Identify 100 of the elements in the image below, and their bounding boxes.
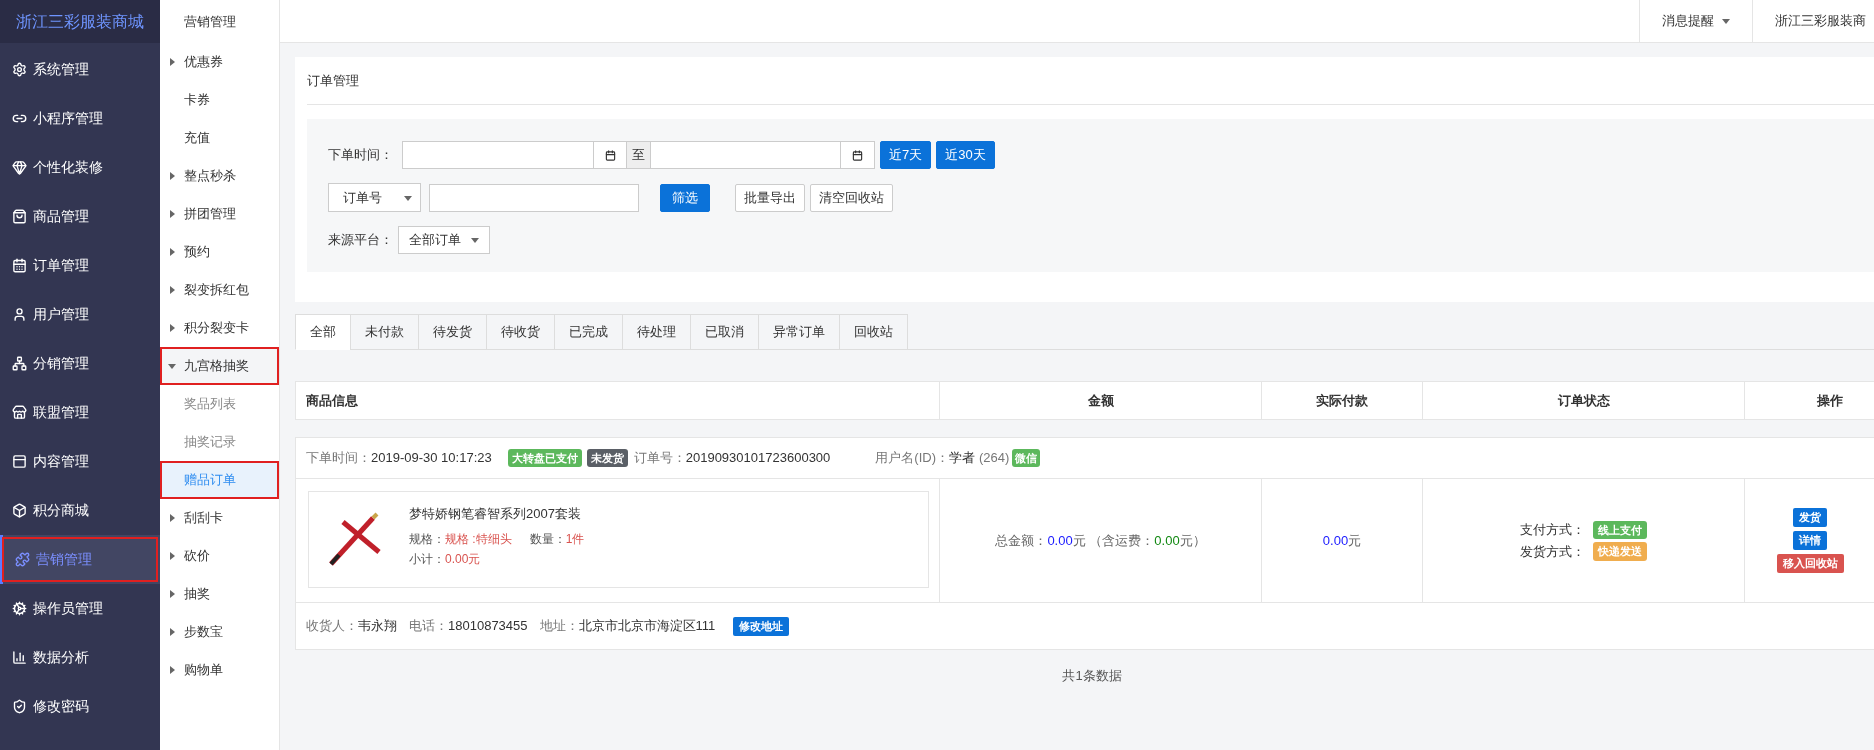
total-amount-text: 总金额：0.00元 （含运费：0.00元） xyxy=(995,531,1206,550)
notification-dropdown[interactable]: 消息提醒 xyxy=(1639,0,1752,42)
submenu-item[interactable]: 充值 xyxy=(160,119,279,157)
submenu-item[interactable]: 刮刮卡 xyxy=(160,499,279,537)
shield-icon xyxy=(12,699,27,714)
calendar-icon[interactable] xyxy=(841,141,875,169)
status-tab[interactable]: 全部 xyxy=(295,314,351,350)
source-dropdown[interactable]: 全部订单 xyxy=(398,226,490,254)
brand-title: 浙江三彩服装商城 xyxy=(0,0,160,43)
end-date-field[interactable] xyxy=(650,141,841,169)
caret-icon xyxy=(471,236,479,244)
address-label: 地址： xyxy=(539,617,579,636)
sidebar-item[interactable]: 订单管理 xyxy=(0,241,160,290)
caret-icon xyxy=(168,362,176,370)
submenu-item[interactable]: 裂变拆红包 xyxy=(160,271,279,309)
search-field[interactable] xyxy=(429,183,639,212)
sidebar-item[interactable]: 修改密码 xyxy=(0,682,160,731)
submenu-item[interactable]: 九宫格抽奖 xyxy=(160,347,279,385)
panel-icon xyxy=(12,454,27,469)
subtotal-value: 0.00元 xyxy=(445,550,481,568)
submenu-item[interactable]: 拼团管理 xyxy=(160,195,279,233)
caret-icon xyxy=(168,666,176,674)
filter-label: 下单时间： xyxy=(328,146,394,165)
status-tab[interactable]: 未付款 xyxy=(350,314,419,350)
submenu-item[interactable]: 整点秒杀 xyxy=(160,157,279,195)
order-number: 20190930101723600300 xyxy=(685,449,831,468)
calendar-icon[interactable] xyxy=(594,141,627,169)
quantity-label: 数量： xyxy=(529,530,566,548)
caret-icon xyxy=(168,324,176,332)
submenu-item[interactable]: 抽奖记录 xyxy=(160,423,279,461)
submenu-item[interactable]: 积分裂变卡 xyxy=(160,309,279,347)
subtotal-label: 小计： xyxy=(409,550,445,568)
sidebar-item[interactable]: 个性化装修 xyxy=(0,143,160,192)
sidebar-item[interactable]: 商品管理 xyxy=(0,192,160,241)
range-separator: 至 xyxy=(627,141,650,169)
quick-range-button[interactable]: 近7天 xyxy=(880,141,932,169)
sidebar-item[interactable]: 联盟管理 xyxy=(0,388,160,437)
phone-label: 电话： xyxy=(409,617,448,636)
calendar-icon xyxy=(12,258,27,273)
submenu-item[interactable]: 抽奖 xyxy=(160,575,279,613)
action-button[interactable]: 清空回收站 xyxy=(810,183,893,212)
status-badge: 未发货 xyxy=(586,448,628,468)
status-label: 发货方式： xyxy=(1520,542,1585,561)
caret-icon xyxy=(1722,17,1730,25)
column-header: 订单状态 xyxy=(1423,382,1745,419)
phone-number: 18010873455 xyxy=(448,617,528,636)
status-label: 支付方式： xyxy=(1520,521,1585,539)
submenu-item[interactable]: 预约 xyxy=(160,233,279,271)
caret-icon xyxy=(168,248,176,256)
cube-icon xyxy=(12,503,27,518)
edit-address-button[interactable]: 修改地址 xyxy=(733,616,790,636)
quick-range-button[interactable]: 近30天 xyxy=(936,141,995,169)
quantity-value: 1件 xyxy=(565,530,585,548)
settings-icon xyxy=(12,62,27,77)
submenu-item[interactable]: 购物单 xyxy=(160,651,279,689)
status-tab[interactable]: 回收站 xyxy=(839,314,908,350)
user-id: (264) xyxy=(979,449,1010,468)
sidebar-item[interactable]: 数据分析 xyxy=(0,633,160,682)
submenu-item[interactable]: 奖品列表 xyxy=(160,385,279,423)
submenu-item[interactable]: 砍价 xyxy=(160,537,279,575)
status-badge: 线上支付 xyxy=(1593,520,1647,539)
caret-icon xyxy=(168,286,176,294)
user-icon xyxy=(12,307,27,322)
column-header: 实际付款 xyxy=(1262,382,1423,419)
user-label: 用户名(ID)： xyxy=(875,449,949,468)
sidebar-item[interactable]: 积分商城 xyxy=(0,486,160,535)
action-button[interactable]: 批量导出 xyxy=(735,183,805,212)
order-time: 2019-09-30 10:17:23 xyxy=(371,449,492,468)
sidebar-item[interactable]: 分销管理 xyxy=(0,339,160,388)
store-name[interactable]: 浙江三彩服装商 xyxy=(1752,0,1874,42)
sidebar-item[interactable]: 系统管理 xyxy=(0,45,160,94)
caret-icon xyxy=(168,58,176,66)
submenu-item[interactable]: 优惠券 xyxy=(160,43,279,81)
submenu-item[interactable]: 卡券 xyxy=(160,81,279,119)
sidebar-item[interactable]: 小程序管理 xyxy=(0,94,160,143)
bag-icon xyxy=(12,209,27,224)
sidebar-item[interactable]: 内容管理 xyxy=(0,437,160,486)
column-header: 操作 xyxy=(1745,382,1874,419)
order-action-button[interactable]: 发货 xyxy=(1793,508,1827,527)
start-date-field[interactable] xyxy=(402,141,594,169)
order-time-label: 下单时间： xyxy=(306,449,371,468)
filter-button[interactable]: 筛选 xyxy=(660,183,710,212)
sidebar-item[interactable]: 操作员管理 xyxy=(0,584,160,633)
filter-label: 来源平台： xyxy=(328,231,394,250)
caret-icon xyxy=(404,193,412,202)
order-action-button[interactable]: 移入回收站 xyxy=(1776,554,1844,573)
submenu-title: 营销管理 xyxy=(183,12,237,31)
field-select[interactable]: 订单号 xyxy=(328,183,421,212)
network-icon xyxy=(12,356,27,371)
card-title: 订单管理 xyxy=(307,57,1874,105)
puzzle-icon xyxy=(15,552,30,567)
record-count: 共1条数据 xyxy=(1062,667,1122,685)
diamond-icon xyxy=(12,160,27,175)
caret-icon xyxy=(168,552,176,560)
submenu-item[interactable]: 步数宝 xyxy=(160,613,279,651)
receiver-name: 韦永翔 xyxy=(358,617,397,636)
paid-amount: 0.00元 xyxy=(1322,531,1362,550)
sidebar-item[interactable]: 用户管理 xyxy=(0,290,160,339)
order-action-button[interactable]: 详情 xyxy=(1793,531,1827,550)
caret-icon xyxy=(168,628,176,636)
